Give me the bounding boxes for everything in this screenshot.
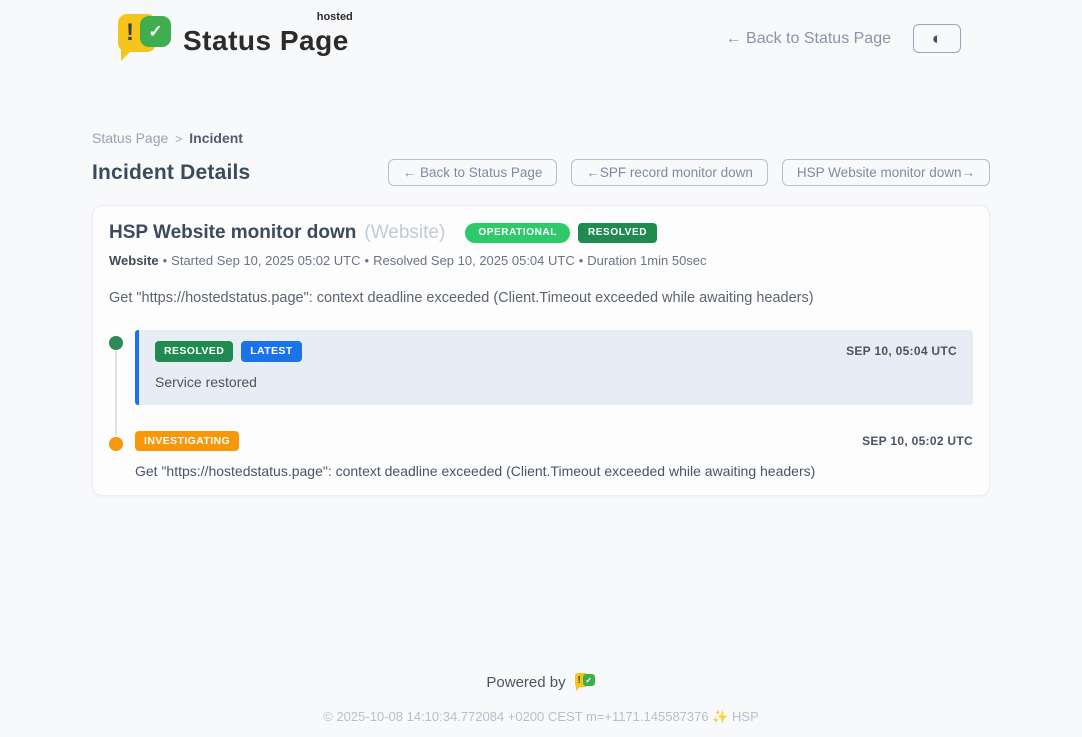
header: ✓ ! Status Page hosted ← Back to Status … — [0, 0, 1082, 64]
next-incident-button[interactable]: HSP Website monitor down→ — [782, 159, 990, 186]
meta-separator: • — [579, 253, 584, 268]
half-circle-contrast-icon: ◐ — [932, 30, 942, 47]
powered-by-row: Powered by ✓ ! — [0, 673, 1082, 692]
timeline-entry-timestamp: SEP 10, 05:02 UTC — [862, 434, 973, 448]
incident-title: HSP Website monitor down — [109, 222, 356, 244]
status-page-logo-icon: ✓ ! — [118, 14, 174, 58]
page-title: Incident Details — [92, 161, 250, 185]
logo-check-icon: ✓ — [140, 16, 171, 47]
incident-meta: Website•Started Sep 10, 2025 05:02 UTC•R… — [109, 253, 973, 268]
logo-hosted-superscript: hosted — [317, 11, 353, 23]
logo-text: Status Page — [183, 25, 349, 56]
incident-description: Get "https://hostedstatus.page": context… — [109, 290, 973, 306]
timeline-dot-green — [109, 336, 123, 350]
logo-text-wrap: Status Page hosted — [183, 15, 349, 57]
meta-separator: • — [365, 253, 370, 268]
timeline-dot-orange — [109, 437, 123, 451]
main-content: Status Page > Incident Incident Details ← … — [92, 130, 990, 496]
timeline-entry-header: RESOLVED LATEST SEP 10, 05:04 UTC — [155, 341, 957, 362]
timeline-entry-timestamp: SEP 10, 05:04 UTC — [846, 344, 957, 358]
resolved-status-badge: RESOLVED — [155, 341, 233, 362]
timeline-entry-badges: INVESTIGATING — [135, 431, 239, 452]
header-actions: ← Back to Status Page ◐ — [726, 24, 961, 53]
timeline-entry-content: INVESTIGATING SEP 10, 05:02 UTC Get "htt… — [135, 431, 973, 480]
incident-component: (Website) — [364, 222, 445, 244]
timeline-entry-message: Get "https://hostedstatus.page": context… — [135, 463, 973, 479]
breadcrumb: Status Page > Incident — [92, 130, 990, 146]
breadcrumb-incident: Incident — [189, 130, 243, 146]
timeline-entry-resolved: RESOLVED LATEST SEP 10, 05:04 UTC Servic… — [109, 330, 973, 405]
breadcrumb-separator: > — [175, 132, 182, 146]
operational-badge: OPERATIONAL — [465, 223, 570, 243]
powered-by-label: Powered by — [486, 674, 565, 691]
resolved-badge: RESOLVED — [578, 223, 657, 243]
mini-logo-exclamation-icon: ! — [575, 673, 584, 687]
previous-incident-button[interactable]: ←SPF record monitor down — [571, 159, 768, 186]
timeline-entry-investigating: INVESTIGATING SEP 10, 05:02 UTC Get "htt… — [109, 431, 973, 480]
hsp-mini-logo-icon[interactable]: ✓ ! — [575, 673, 596, 692]
breadcrumb-status-page[interactable]: Status Page — [92, 130, 168, 146]
back-to-status-page-button[interactable]: ← Back to Status Page — [388, 159, 558, 186]
meta-resolved: Resolved Sep 10, 2025 05:04 UTC — [373, 253, 575, 268]
timeline-entry-message: Service restored — [155, 374, 957, 390]
footer: Powered by ✓ ! © 2025-10-08 14:10:34.772… — [0, 673, 1082, 725]
meta-component: Website — [109, 253, 159, 268]
meta-separator: • — [163, 253, 168, 268]
timeline-entry-content: RESOLVED LATEST SEP 10, 05:04 UTC Servic… — [135, 330, 973, 405]
meta-duration: Duration 1min 50sec — [587, 253, 706, 268]
title-row: Incident Details ← Back to Status Page ←… — [92, 159, 990, 186]
header-back-to-status-page-link[interactable]: ← Back to Status Page — [726, 30, 891, 48]
logo-exclamation-icon: ! — [118, 14, 142, 52]
incident-title-row: HSP Website monitor down (Website) OPERA… — [109, 222, 973, 244]
mini-logo-check-icon: ✓ — [583, 674, 595, 686]
incident-card: HSP Website monitor down (Website) OPERA… — [92, 205, 990, 496]
logo[interactable]: ✓ ! Status Page hosted — [118, 14, 349, 58]
theme-toggle-button[interactable]: ◐ — [913, 24, 961, 53]
investigating-status-badge: INVESTIGATING — [135, 431, 239, 452]
timeline-entry-header: INVESTIGATING SEP 10, 05:02 UTC — [135, 431, 973, 452]
copyright-text: © 2025-10-08 14:10:34.772084 +0200 CEST … — [0, 709, 1082, 725]
incident-timeline: RESOLVED LATEST SEP 10, 05:04 UTC Servic… — [109, 330, 973, 479]
incident-nav-buttons: ← Back to Status Page ←SPF record monito… — [388, 159, 990, 186]
meta-started: Started Sep 10, 2025 05:02 UTC — [171, 253, 360, 268]
latest-status-badge: LATEST — [241, 341, 301, 362]
timeline-entry-badges: RESOLVED LATEST — [155, 341, 302, 362]
